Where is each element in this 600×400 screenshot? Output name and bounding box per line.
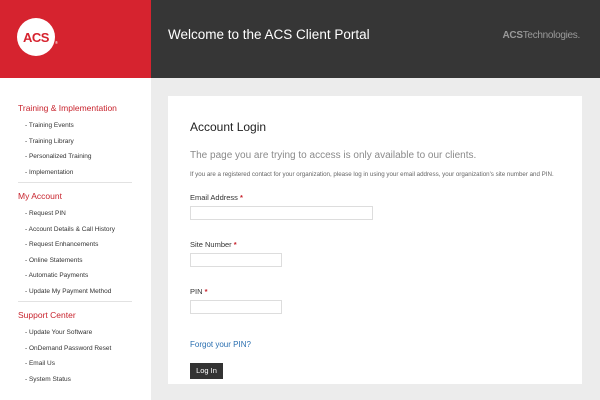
brand-bold: ACS [502,30,524,41]
sidebar-section-training[interactable]: Training & Implementation [18,103,133,113]
logo-registered-mark: ® [55,40,58,45]
login-button[interactable]: Log In [190,363,223,379]
sidebar-item-update-payment-method[interactable]: - Update My Payment Method [18,284,133,300]
sidebar-item-implementation[interactable]: - Implementation [18,165,133,181]
forgot-pin-link[interactable]: Forgot your PIN? [190,340,251,349]
logo-area[interactable]: ACS ® [0,0,151,78]
site-number-label-text: Site Number [190,240,232,249]
required-mark: * [233,240,237,249]
login-card: Account Login The page you are trying to… [168,96,582,384]
site-number-field[interactable] [190,253,282,267]
acs-technologies-logo[interactable]: ACSTechnologies. [502,30,581,41]
sidebar-item-request-enhancements[interactable]: - Request Enhancements [18,237,133,253]
sidebar-item-update-software[interactable]: - Update Your Software [18,325,133,341]
site-number-label: Site Number * [190,240,560,249]
sidebar-item-training-library[interactable]: - Training Library [18,134,133,150]
sidebar: Training & Implementation - Training Eve… [0,78,151,400]
login-title: Account Login [190,120,267,134]
header-bar: Welcome to the ACS Client Portal ACSTech… [151,0,600,78]
logo-text: ACS [23,29,49,45]
sidebar-item-online-statements[interactable]: - Online Statements [18,253,133,269]
sidebar-section-my-account[interactable]: My Account [18,191,133,201]
sidebar-item-system-status[interactable]: - System Status [18,372,133,388]
required-mark: * [240,193,243,202]
email-label-text: Email Address [190,193,238,202]
sidebar-divider [18,301,132,302]
sidebar-divider [18,182,132,183]
sidebar-section-support-center[interactable]: Support Center [18,310,133,320]
sidebar-item-account-details[interactable]: - Account Details & Call History [18,222,133,238]
sidebar-item-training-events[interactable]: - Training Events [18,118,133,134]
sidebar-item-email-us[interactable]: - Email Us [18,356,133,372]
required-mark: * [204,287,208,296]
sidebar-item-automatic-payments[interactable]: - Automatic Payments [18,268,133,284]
email-field[interactable] [190,206,373,220]
brand-rest: Technologies. [522,30,581,41]
pin-label-text: PIN [190,287,203,296]
login-subtitle: The page you are trying to access is onl… [190,150,477,161]
acs-logo[interactable]: ACS [17,18,55,56]
pin-label: PIN * [190,287,560,296]
page-title: Welcome to the ACS Client Portal [168,27,370,42]
sidebar-item-ondemand-password-reset[interactable]: - OnDemand Password Reset [18,341,133,357]
sidebar-item-request-pin[interactable]: - Request PIN [18,206,133,222]
sidebar-item-personalized-training[interactable]: - Personalized Training [18,149,133,165]
email-label: Email Address * [190,193,560,202]
pin-field[interactable] [190,300,282,314]
login-description: If you are a registered contact for your… [190,171,554,178]
